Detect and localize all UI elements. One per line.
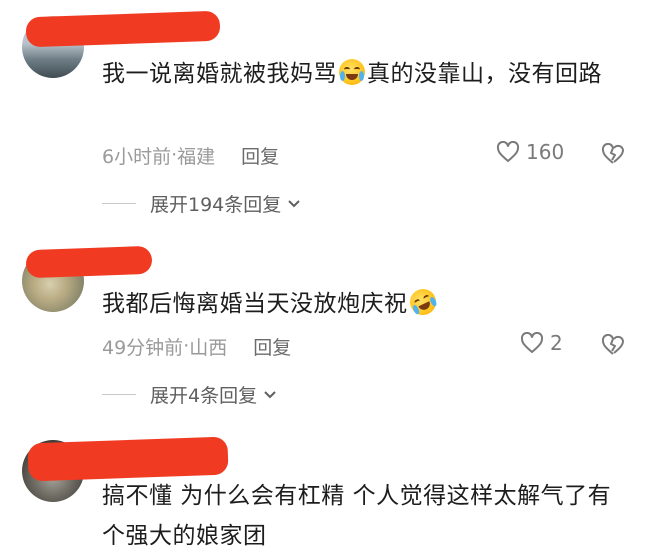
divider [102,203,136,204]
like-count: 160 [526,140,565,164]
heart-icon [520,332,544,353]
redacted-username [27,436,229,482]
chevron-down-icon [264,390,276,398]
comment-text: 搞不懂 为什么会有杠精 个人觉得这样太解气了有个强大的娘家团 [102,476,622,556]
reply-button[interactable]: 回复 [241,142,279,169]
reply-button[interactable]: 回复 [253,333,291,360]
redacted-username [25,245,153,279]
comment-text-part: 我都后悔离婚当天没放炮庆祝 [102,291,408,317]
rolling-on-floor-laughing-face-icon [405,284,440,320]
heart-icon [496,141,520,162]
broken-heart-icon [601,142,624,164]
like-count: 2 [550,331,563,355]
expand-replies-label: 展开4条回复 [150,385,258,407]
comment-text-part: 我一说离婚就被我妈骂 [102,61,337,87]
comment-location: 山西 [189,336,228,359]
comment-time: 49分钟前 [102,336,184,359]
comment-text-part: 真的没靠山，没有回路 [367,61,602,87]
redacted-username [25,10,221,48]
expand-replies-button[interactable]: 展开4条回复 [102,381,277,408]
comment-location: 福建 [177,145,216,168]
dislike-button[interactable] [600,333,626,360]
dislike-button[interactable] [600,142,626,169]
expand-replies-label: 展开194条回复 [150,194,282,216]
comment-text: 我一说离婚就被我妈骂 真的没靠山，没有回路 [102,54,622,94]
comment-text-part: 搞不懂 为什么会有杠精 个人觉得这样太解气了有个强大的娘家团 [102,483,612,549]
divider [102,394,136,395]
comment-time: 6小时前 [102,145,172,168]
like-button[interactable]: 160 [496,140,564,164]
chevron-down-icon [288,199,300,207]
loudly-crying-face-icon [339,59,365,85]
comment-text: 我都后悔离婚当天没放炮庆祝 [102,284,622,324]
broken-heart-icon [601,333,624,355]
like-button[interactable]: 2 [520,331,563,355]
expand-replies-button[interactable]: 展开194条回复 [102,190,301,217]
